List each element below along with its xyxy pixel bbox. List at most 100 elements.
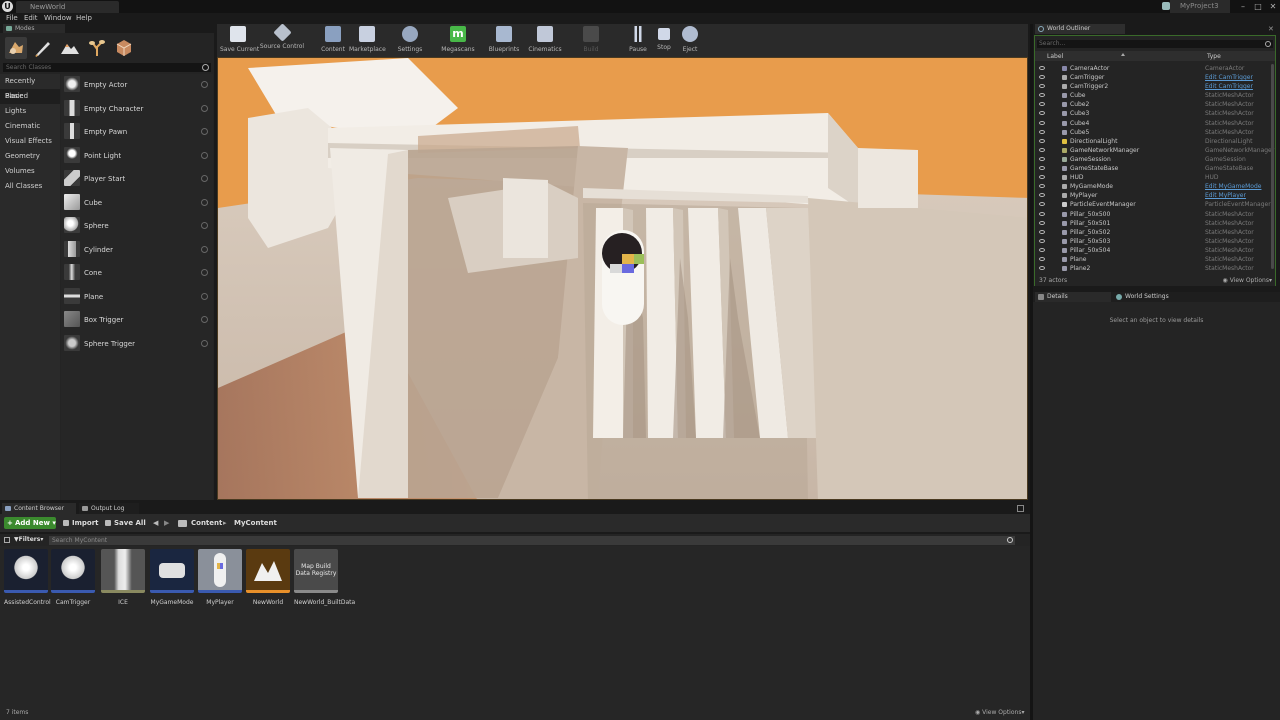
- visibility-eye-icon[interactable]: [1039, 147, 1045, 152]
- place-box-trigger[interactable]: Box Trigger: [61, 309, 213, 333]
- edit-blueprint-link[interactable]: Edit MyPlayer: [1205, 191, 1246, 200]
- info-icon[interactable]: [201, 104, 208, 112]
- outliner-row[interactable]: MyPlayer Edit MyPlayer: [1035, 191, 1275, 200]
- edit-blueprint-link[interactable]: Edit CamTrigger: [1205, 73, 1253, 82]
- add-new-button[interactable]: Add New ▾: [4, 517, 56, 529]
- content-button[interactable]: Content: [320, 26, 346, 53]
- breadcrumb-mycontent[interactable]: MyContent: [234, 517, 277, 529]
- modes-tab[interactable]: Modes: [3, 24, 65, 33]
- cinematics-button[interactable]: Cinematics: [527, 26, 563, 53]
- place-empty-character[interactable]: Empty Character: [61, 98, 213, 122]
- menu-window[interactable]: Window: [44, 14, 72, 22]
- visibility-eye-icon[interactable]: [1039, 84, 1045, 89]
- sources-panel-toggle-icon[interactable]: [4, 537, 10, 543]
- info-icon[interactable]: [201, 269, 208, 276]
- edit-blueprint-link[interactable]: Edit MyGameMode: [1205, 182, 1261, 191]
- type-column-header[interactable]: Type: [1207, 53, 1221, 60]
- save-all-button[interactable]: Save All: [104, 517, 146, 529]
- visibility-eye-icon[interactable]: [1039, 175, 1045, 180]
- visibility-eye-icon[interactable]: [1039, 256, 1045, 261]
- blueprints-button[interactable]: Blueprints: [487, 26, 521, 53]
- info-icon[interactable]: [201, 175, 208, 182]
- outliner-row[interactable]: Pillar_50x500 StaticMeshActor: [1035, 210, 1275, 219]
- outliner-row[interactable]: Cube4 StaticMeshActor: [1035, 119, 1275, 128]
- visibility-eye-icon[interactable]: [1039, 111, 1045, 116]
- outliner-row[interactable]: DirectionalLight DirectionalLight: [1035, 137, 1275, 146]
- info-icon[interactable]: [201, 128, 208, 135]
- visibility-eye-icon[interactable]: [1039, 229, 1045, 234]
- info-icon[interactable]: [201, 245, 208, 253]
- outliner-row[interactable]: GameNetworkManager GameNetworkManager: [1035, 146, 1275, 155]
- content-view-options-button[interactable]: ◉ View Options▾: [975, 709, 1024, 716]
- outliner-row[interactable]: Cube5 StaticMeshActor: [1035, 128, 1275, 137]
- visibility-eye-icon[interactable]: [1039, 129, 1045, 134]
- visibility-eye-icon[interactable]: [1039, 211, 1045, 216]
- visibility-eye-icon[interactable]: [1039, 66, 1045, 70]
- build-button[interactable]: Build: [579, 26, 603, 53]
- foliage-mode-button[interactable]: [86, 37, 108, 59]
- place-empty-pawn[interactable]: Empty Pawn: [61, 121, 213, 145]
- visibility-eye-icon[interactable]: [1039, 247, 1045, 252]
- asset-tile[interactable]: CamTrigger: [51, 549, 95, 606]
- megascans-button[interactable]: m Megascans: [441, 26, 475, 53]
- outliner-row[interactable]: GameStateBase GameStateBase: [1035, 164, 1275, 173]
- stop-button[interactable]: Stop: [654, 26, 674, 51]
- content-browser-tab[interactable]: Content Browser: [2, 503, 76, 514]
- outliner-row[interactable]: Pillar_50x502 StaticMeshActor: [1035, 228, 1275, 237]
- outliner-row[interactable]: Pillar_50x503 StaticMeshActor: [1035, 237, 1275, 246]
- outliner-row[interactable]: Cube3 StaticMeshActor: [1035, 109, 1275, 118]
- output-log-tab[interactable]: Output Log: [79, 503, 139, 514]
- visibility-eye-icon[interactable]: [1039, 193, 1045, 198]
- visibility-eye-icon[interactable]: [1039, 166, 1045, 171]
- category-all-classes[interactable]: All Classes: [0, 179, 60, 194]
- menu-file[interactable]: File: [6, 14, 18, 22]
- visibility-eye-icon[interactable]: [1039, 75, 1045, 80]
- world-outliner-tab[interactable]: World Outliner: [1035, 24, 1125, 34]
- world-settings-tab[interactable]: World Settings: [1113, 292, 1203, 302]
- asset-tile[interactable]: ICE: [101, 549, 145, 606]
- outliner-row[interactable]: MyGameMode Edit MyGameMode: [1035, 182, 1275, 191]
- filters-button[interactable]: ▼Filters▾: [14, 536, 43, 543]
- menu-edit[interactable]: Edit: [24, 14, 38, 22]
- outliner-row[interactable]: ParticleEventManager ParticleEventManager: [1035, 200, 1275, 209]
- visibility-eye-icon[interactable]: [1039, 202, 1045, 207]
- outliner-row[interactable]: HUD HUD: [1035, 173, 1275, 182]
- breadcrumb-content[interactable]: Content: [191, 517, 222, 529]
- info-icon[interactable]: [201, 316, 208, 323]
- visibility-eye-icon[interactable]: [1039, 138, 1045, 143]
- geometry-mode-button[interactable]: [113, 37, 135, 59]
- outliner-row[interactable]: Cube StaticMeshActor: [1035, 91, 1275, 100]
- asset-tile[interactable]: Map Build Data Registry NewWorld_BuiltDa…: [294, 549, 355, 606]
- outliner-search-input[interactable]: Search...: [1037, 40, 1273, 48]
- outliner-view-options-button[interactable]: ◉ View Options▾: [1223, 277, 1272, 284]
- place-empty-actor[interactable]: Empty Actor: [61, 74, 213, 98]
- visibility-eye-icon[interactable]: [1039, 102, 1045, 107]
- outliner-row[interactable]: GameSession GameSession: [1035, 155, 1275, 164]
- category-basic[interactable]: Basic: [0, 89, 60, 104]
- info-icon[interactable]: [201, 151, 208, 159]
- level-tab[interactable]: NewWorld: [16, 1, 119, 13]
- history-back-button[interactable]: ◀: [153, 517, 158, 529]
- category-recently-placed[interactable]: Recently Placed: [0, 74, 60, 100]
- place-sphere-trigger[interactable]: Sphere Trigger: [61, 333, 213, 357]
- visibility-eye-icon[interactable]: [1039, 156, 1045, 161]
- source-control-button[interactable]: Source Control: [259, 23, 305, 50]
- asset-tile[interactable]: MyPlayer: [198, 549, 242, 606]
- place-point-light[interactable]: Point Light: [61, 145, 213, 169]
- outliner-row[interactable]: CamTrigger Edit CamTrigger: [1035, 73, 1275, 82]
- save-current-button[interactable]: Save Current: [220, 26, 259, 53]
- details-tab[interactable]: Details: [1035, 292, 1111, 302]
- category-geometry[interactable]: Geometry: [0, 149, 60, 164]
- info-icon[interactable]: [201, 81, 208, 88]
- asset-tile[interactable]: AssistedControl: [4, 549, 51, 606]
- search-classes-input[interactable]: Search Classes: [3, 63, 211, 72]
- visibility-eye-icon[interactable]: [1039, 93, 1045, 98]
- outliner-row[interactable]: CameraActor CameraActor: [1035, 64, 1275, 73]
- panel-splitter[interactable]: [1030, 24, 1033, 720]
- place-plane[interactable]: Plane: [61, 286, 213, 310]
- asset-tile[interactable]: MyGameMode: [150, 549, 194, 606]
- category-volumes[interactable]: Volumes: [0, 164, 60, 179]
- content-search-input[interactable]: Search MyContent: [49, 536, 1015, 545]
- place-cone[interactable]: Cone: [61, 262, 213, 286]
- outliner-scrollbar[interactable]: [1271, 64, 1274, 269]
